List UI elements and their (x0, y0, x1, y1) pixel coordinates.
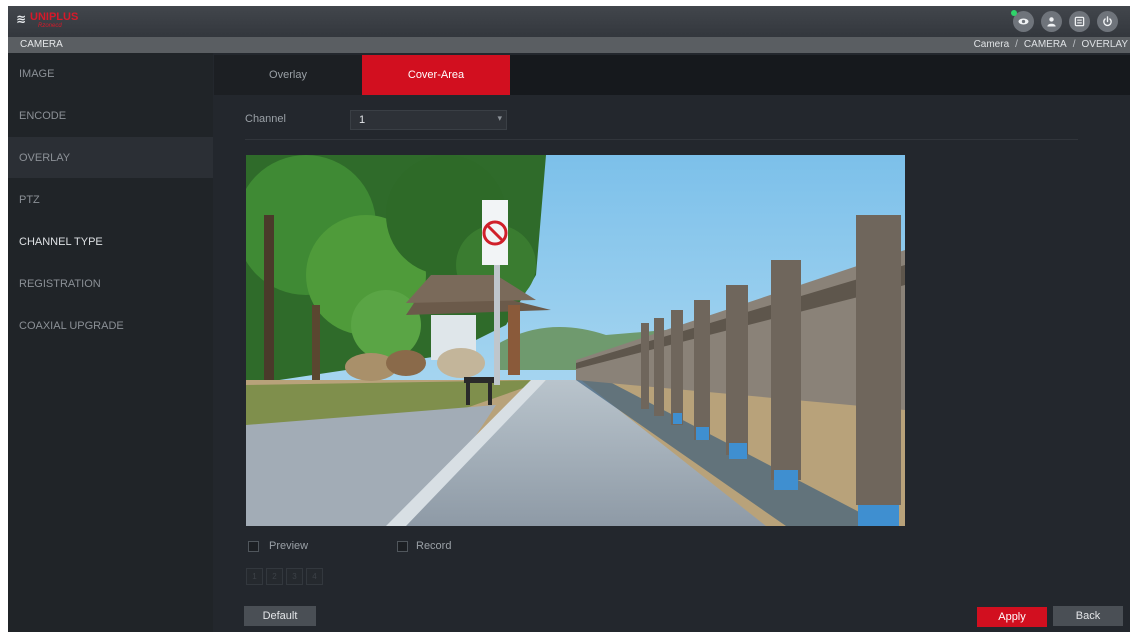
channel-label: Channel (245, 113, 286, 125)
user-icon (1047, 17, 1056, 27)
power-icon (1103, 16, 1112, 27)
account-button[interactable] (1041, 11, 1062, 32)
region-box[interactable]: 1 (246, 568, 263, 585)
back-button[interactable]: Back (1053, 606, 1123, 626)
region-box[interactable]: 4 (306, 568, 323, 585)
breadcrumb-item-camera-section[interactable]: CAMERA (1024, 39, 1067, 50)
breadcrumb-separator: / (1072, 39, 1076, 50)
record-label: Record (416, 540, 452, 552)
breadcrumb-item-camera[interactable]: Camera (974, 39, 1010, 50)
sidebar-item-ptz[interactable]: PTZ (8, 179, 213, 220)
sidebar-item-registration[interactable]: REGISTRATION (8, 263, 213, 304)
logo: ≋ UNIPLUS Rzonecd (16, 10, 96, 34)
sidebar-item-overlay[interactable]: OVERLAY (8, 137, 213, 178)
breadcrumb: Camera / CAMERA / OVERLAY (974, 39, 1128, 50)
sidebar-item-channel-type[interactable]: CHANNEL TYPE (8, 221, 213, 262)
record-checkbox[interactable] (397, 541, 408, 552)
channel-value: 1 (359, 114, 366, 126)
sidebar-item-image[interactable]: IMAGE (8, 53, 213, 94)
logo-brand: UNIPLUS (30, 11, 79, 23)
online-status-dot (1011, 10, 1017, 16)
preview-checkbox[interactable] (248, 541, 259, 552)
sidebar-item-encode[interactable]: ENCODE (8, 95, 213, 136)
logo-mark-icon: ≋ (16, 12, 27, 26)
top-bar: ≋ UNIPLUS Rzonecd (8, 6, 1130, 37)
camera-preview[interactable] (246, 155, 905, 526)
tab-cover-area[interactable]: Cover-Area (362, 55, 510, 95)
divider (245, 139, 1078, 140)
default-button[interactable]: Default (244, 606, 316, 626)
chevron-down-icon: ▾ (497, 113, 502, 123)
main-menu-button[interactable] (1069, 11, 1090, 32)
top-icons (1011, 10, 1118, 32)
page-title: CAMERA (20, 39, 63, 50)
menu-icon (1074, 16, 1085, 27)
tab-bar: Overlay Cover-Area (214, 55, 1130, 95)
preview-label: Preview (269, 540, 309, 552)
region-box[interactable]: 3 (286, 568, 303, 585)
logo-sub: Rzonecd (38, 23, 62, 29)
breadcrumb-item-overlay: OVERLAY (1081, 39, 1129, 50)
power-button[interactable] (1097, 11, 1118, 32)
apply-button[interactable]: Apply (977, 607, 1047, 627)
camera-preview-image (246, 155, 905, 526)
eye-icon (1018, 18, 1029, 25)
region-box[interactable]: 2 (266, 568, 283, 585)
title-strip: CAMERA Camera / CAMERA / OVERLAY (8, 37, 1130, 53)
app-window: ≋ UNIPLUS Rzonecd CAMERA Camera / CAMERA… (8, 6, 1130, 632)
sidebar-item-coaxial-upgrade[interactable]: COAXIAL UPGRADE (8, 305, 213, 346)
channel-select[interactable]: 1 ▾ (350, 110, 507, 130)
tab-overlay[interactable]: Overlay (214, 55, 362, 95)
cover-region-selector: 1 2 3 4 (246, 568, 323, 585)
live-view-button[interactable] (1011, 10, 1034, 32)
sidebar: IMAGE ENCODE OVERLAY PTZ CHANNEL TYPE RE… (8, 53, 213, 632)
breadcrumb-separator: / (1015, 39, 1018, 50)
